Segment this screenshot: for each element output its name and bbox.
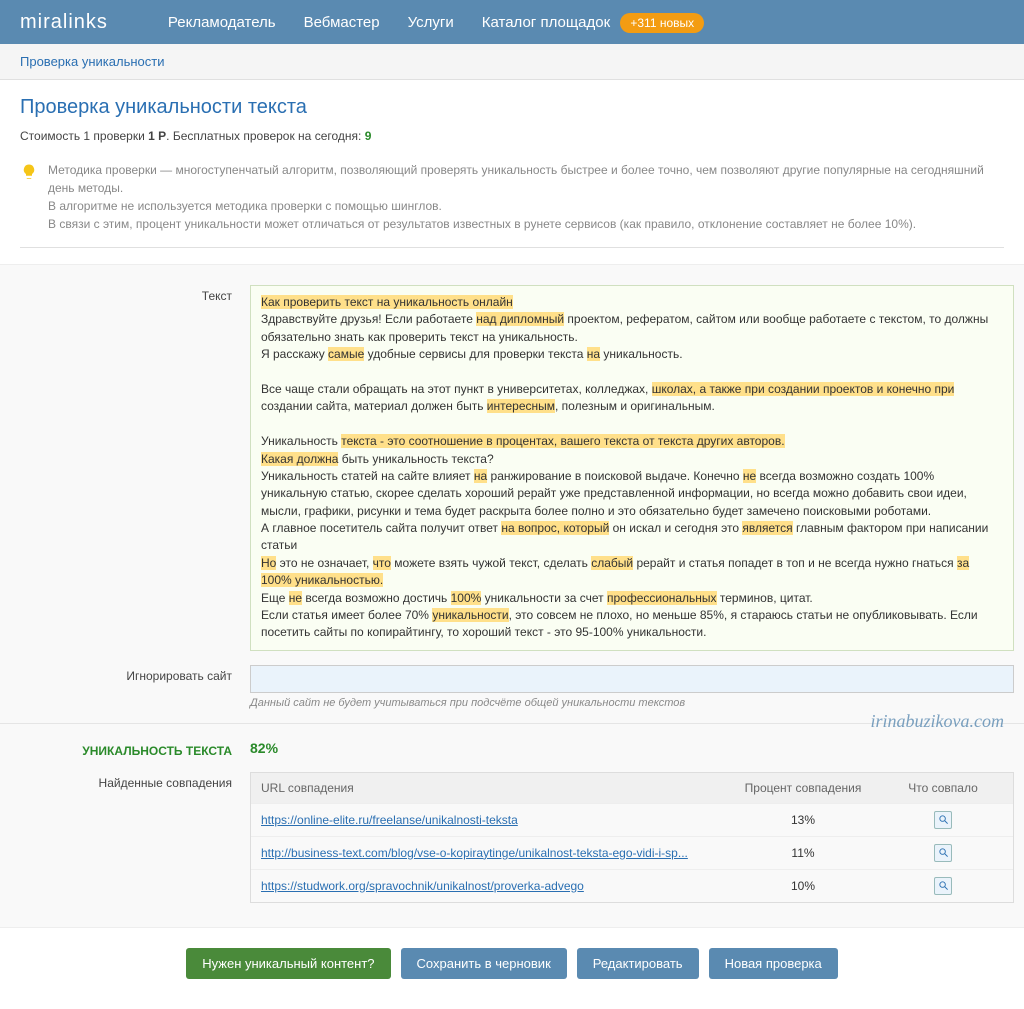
new-check-button[interactable]: Новая проверка: [709, 948, 838, 979]
logo[interactable]: miralinks: [20, 11, 108, 34]
table-row: https://online-elite.ru/freelanse/unikal…: [251, 803, 1013, 836]
table-row: https://studwork.org/spravochnik/unikaln…: [251, 869, 1013, 902]
th-percent: Процент совпадения: [723, 781, 883, 795]
match-percent: 13%: [723, 813, 883, 827]
view-match-button[interactable]: [934, 844, 952, 862]
lightbulb-icon: [20, 163, 38, 181]
label-uniqueness: УНИКАЛЬНОСТЬ ТЕКСТА: [10, 740, 250, 758]
matches-table: URL совпадения Процент совпадения Что со…: [250, 772, 1014, 903]
action-buttons: Нужен уникальный контент? Сохранить в че…: [0, 928, 1024, 1009]
main-header: miralinks Рекламодатель Вебмастер Услуги…: [0, 0, 1024, 44]
need-content-button[interactable]: Нужен уникальный контент?: [186, 948, 390, 979]
info-line-2: В алгоритме не используется методика про…: [48, 197, 1004, 215]
ignore-site-input[interactable]: [250, 665, 1014, 693]
info-line-1: Методика проверки — многоступенчатый алг…: [48, 161, 1004, 197]
page-title: Проверка уникальности текста: [20, 96, 1004, 119]
nav-webmaster[interactable]: Вебмастер: [304, 14, 380, 31]
watermark: irinabuzikova.com: [871, 711, 1004, 732]
checked-text-box: Как проверить текст на уникальность онла…: [250, 285, 1014, 651]
view-match-button[interactable]: [934, 811, 952, 829]
nav-services[interactable]: Услуги: [408, 14, 454, 31]
free-checks-value: 9: [365, 129, 372, 143]
label-matches: Найденные совпадения: [10, 772, 250, 903]
info-box: Методика проверки — многоступенчатый алг…: [20, 155, 1004, 248]
th-url: URL совпадения: [261, 781, 723, 795]
match-percent: 11%: [723, 846, 883, 860]
info-line-3: В связи с этим, процент уникальности мож…: [48, 215, 1004, 233]
breadcrumb-bar: Проверка уникальности: [0, 44, 1024, 80]
table-row: http://business-text.com/blog/vse-o-kopi…: [251, 836, 1013, 869]
match-url[interactable]: https://studwork.org/spravochnik/unikaln…: [261, 879, 584, 893]
uniqueness-value: 82%: [250, 740, 278, 756]
main-nav: Рекламодатель Вебмастер Услуги Каталог п…: [168, 14, 704, 31]
new-count-badge: +311 новых: [620, 13, 704, 33]
cost-line: Стоимость 1 проверки 1 Р. Бесплатных про…: [20, 129, 1004, 143]
th-what: Что совпало: [883, 781, 1003, 795]
label-ignore-site: Игнорировать сайт: [10, 665, 250, 709]
match-url[interactable]: https://online-elite.ru/freelanse/unikal…: [261, 813, 518, 827]
breadcrumb[interactable]: Проверка уникальности: [20, 54, 164, 69]
nav-advertiser[interactable]: Рекламодатель: [168, 14, 276, 31]
label-text: Текст: [10, 285, 250, 651]
cost-value: 1 Р: [148, 129, 166, 143]
nav-catalog[interactable]: Каталог площадок +311 новых: [482, 14, 704, 31]
match-percent: 10%: [723, 879, 883, 893]
nav-catalog-label: Каталог площадок: [482, 14, 610, 31]
save-draft-button[interactable]: Сохранить в черновик: [401, 948, 567, 979]
ignore-hint: Данный сайт не будет учитываться при под…: [250, 697, 1014, 709]
edit-button[interactable]: Редактировать: [577, 948, 699, 979]
match-url[interactable]: http://business-text.com/blog/vse-o-kopi…: [261, 846, 688, 860]
view-match-button[interactable]: [934, 877, 952, 895]
